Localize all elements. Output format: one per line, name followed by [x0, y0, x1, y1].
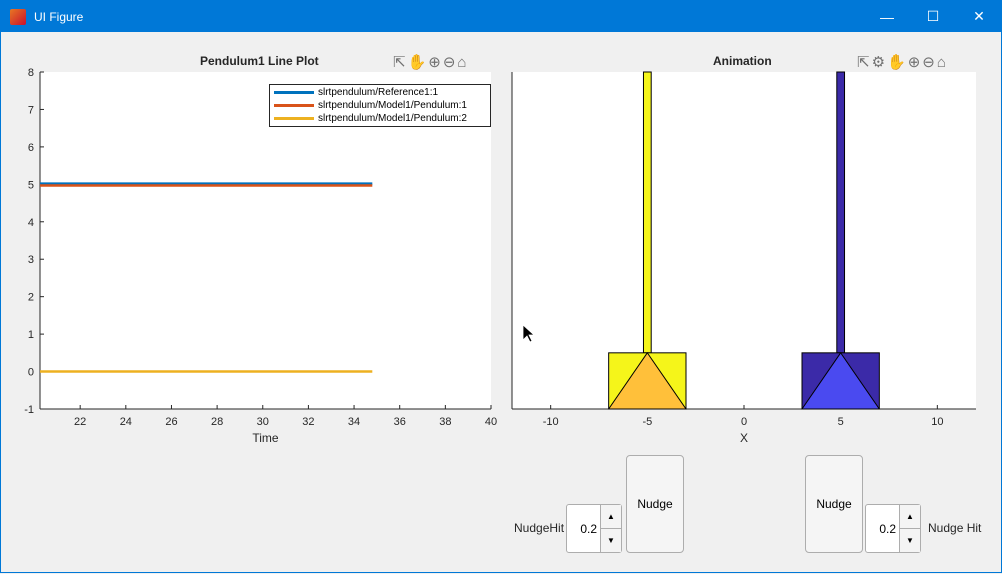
x-tick-label: 0 [741, 416, 747, 428]
nudge-button-right[interactable]: Nudge [805, 455, 863, 553]
x-tick-label: -5 [642, 416, 652, 428]
legend-entry: slrtpendulum/Reference1:1 [270, 86, 490, 99]
decrement-arrow-icon[interactable]: ▼ [601, 529, 621, 552]
increment-arrow-icon[interactable]: ▲ [601, 505, 621, 529]
legend[interactable]: slrtpendulum/Reference1:1 slrtpendulum/M… [269, 84, 491, 127]
legend-entry: slrtpendulum/Model1/Pendulum:2 [270, 112, 490, 125]
legend-swatch [274, 104, 314, 107]
legend-swatch [274, 117, 314, 120]
pendulum-rod [836, 71, 846, 354]
legend-label: slrtpendulum/Model1/Pendulum:2 [318, 113, 467, 124]
increment-arrow-icon[interactable]: ▲ [900, 505, 920, 529]
y-tick-label: 5 [28, 179, 34, 191]
pendulum-rod [642, 71, 652, 354]
x-tick-label: 40 [485, 416, 497, 428]
y-tick-label: 3 [28, 254, 34, 266]
legend-entry: slrtpendulum/Model1/Pendulum:1 [270, 99, 490, 112]
x-axis-label: Time [252, 431, 279, 445]
nudge-hit-value[interactable]: 0.2 [567, 505, 600, 552]
legend-label: slrtpendulum/Model1/Pendulum:1 [318, 100, 467, 111]
nudge-button-left[interactable]: Nudge [626, 455, 684, 553]
x-tick-label: 5 [838, 416, 844, 428]
nudge-hit-value[interactable]: 0.2 [866, 505, 899, 552]
nudge-hit-label-left: NudgeHit [514, 521, 565, 535]
x-tick-label: 24 [120, 416, 132, 428]
y-tick-label: 6 [28, 142, 34, 154]
y-tick-label: 2 [28, 292, 34, 304]
x-tick-label: 10 [931, 416, 943, 428]
x-axis-label: X [740, 431, 748, 445]
decrement-arrow-icon[interactable]: ▼ [900, 529, 920, 552]
x-tick-label: 36 [394, 416, 406, 428]
nudge-hit-spinner-right[interactable]: 0.2 ▲ ▼ [865, 504, 921, 553]
y-tick-label: 1 [28, 329, 34, 341]
legend-label: slrtpendulum/Reference1:1 [318, 87, 439, 98]
x-tick-label: -10 [543, 416, 559, 428]
y-tick-label: 7 [28, 104, 34, 116]
y-tick-label: 4 [28, 217, 34, 229]
x-tick-label: 38 [439, 416, 451, 428]
nudge-hit-label-right: Nudge Hit [928, 521, 982, 535]
animation-axes [512, 72, 976, 409]
x-tick-label: 30 [257, 416, 269, 428]
x-tick-label: 32 [302, 416, 314, 428]
x-tick-label: 28 [211, 416, 223, 428]
y-tick-label: 8 [28, 67, 34, 79]
y-tick-label: -1 [24, 404, 34, 416]
x-tick-label: 26 [165, 416, 177, 428]
x-tick-label: 34 [348, 416, 360, 428]
legend-swatch [274, 91, 314, 94]
x-tick-label: 22 [74, 416, 86, 428]
nudge-hit-spinner-left[interactable]: 0.2 ▲ ▼ [566, 504, 622, 553]
y-tick-label: 0 [28, 367, 34, 379]
